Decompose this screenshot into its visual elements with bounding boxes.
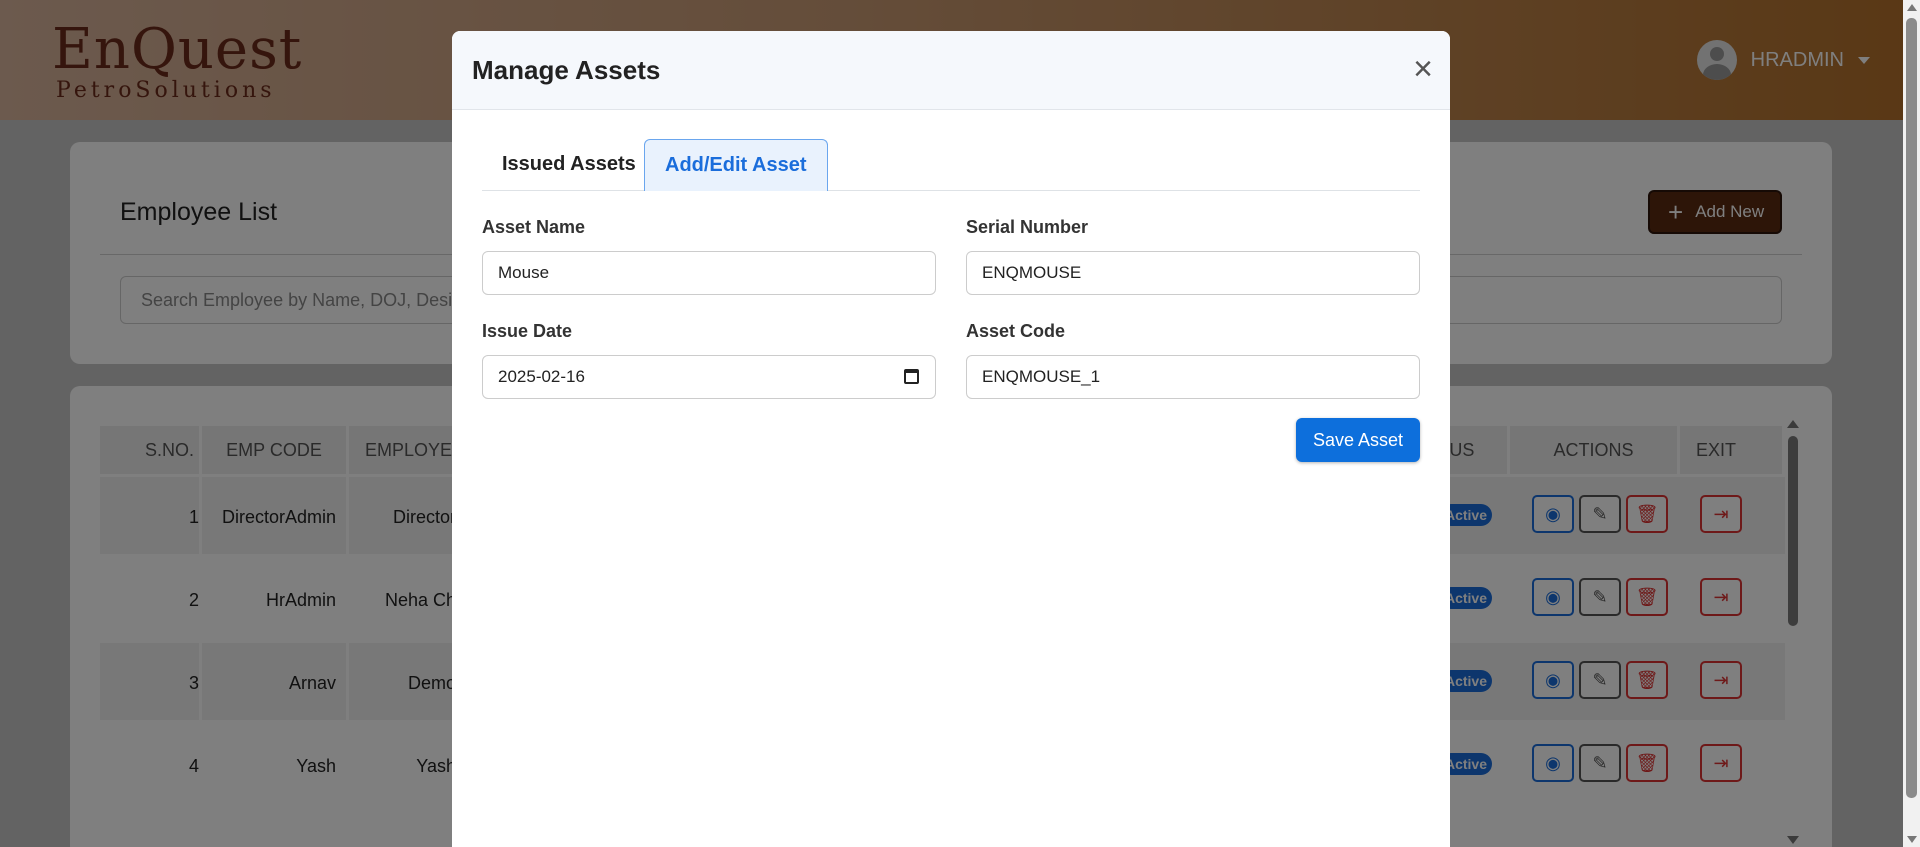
asset-code-field[interactable]: ENQMOUSE_1 <box>966 355 1420 399</box>
close-icon[interactable]: × <box>1408 52 1438 86</box>
modal-title: Manage Assets <box>472 55 661 85</box>
serial-number-field[interactable]: ENQMOUSE <box>966 251 1420 295</box>
issue-date-value: 2025-02-16 <box>498 367 585 386</box>
asset-tabs: Issued Assets Add/Edit Asset <box>482 139 1420 191</box>
page-scrollbar[interactable] <box>1903 0 1920 847</box>
asset-name-field[interactable]: Mouse <box>482 251 936 295</box>
save-asset-button[interactable]: Save Asset <box>1296 418 1420 462</box>
tab-issued-assets[interactable]: Issued Assets <box>482 139 656 191</box>
calendar-icon[interactable] <box>904 369 919 384</box>
asset-code-label: Asset Code <box>966 321 1066 341</box>
serial-number-label: Serial Number <box>966 217 1089 237</box>
asset-name-label: Asset Name <box>482 217 586 237</box>
modal-header: Manage Assets × <box>452 31 1450 110</box>
page-scrollbar-thumb[interactable] <box>1906 18 1917 798</box>
issue-date-field[interactable]: 2025-02-16 <box>482 355 936 399</box>
page-scroll-down-icon[interactable] <box>1907 836 1917 843</box>
manage-assets-modal: Manage Assets × Issued Assets Add/Edit A… <box>452 31 1450 847</box>
issue-date-label: Issue Date <box>482 321 573 341</box>
tab-add-edit-asset[interactable]: Add/Edit Asset <box>644 139 828 191</box>
page-scroll-up-icon[interactable] <box>1907 4 1917 11</box>
